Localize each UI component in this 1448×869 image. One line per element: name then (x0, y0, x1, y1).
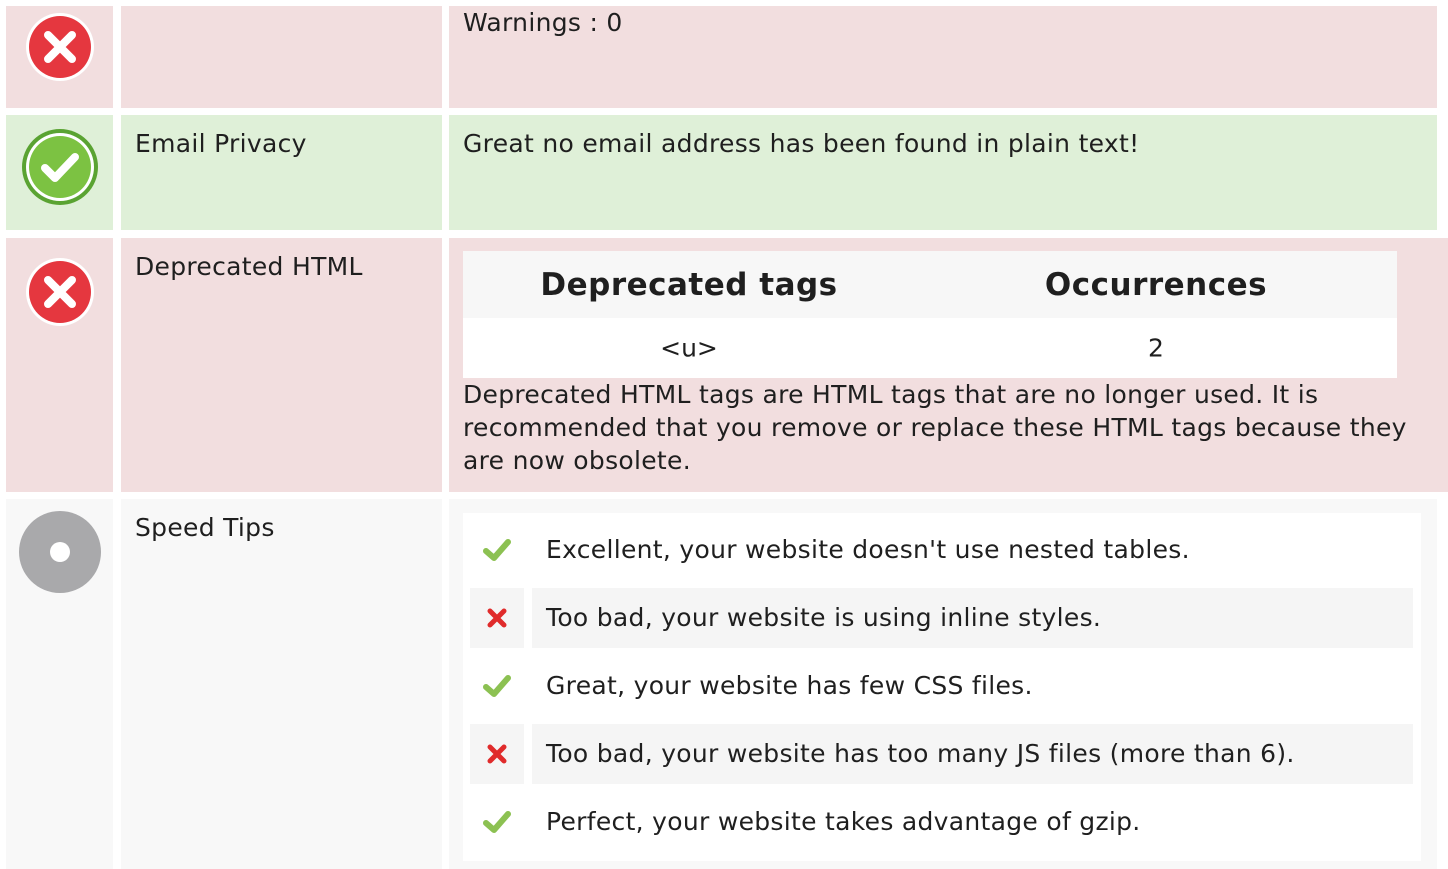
column-header-deprecated-tags: Deprecated tags (540, 266, 838, 303)
column-header-occurrences: Occurrences (1044, 266, 1268, 303)
cross-icon (487, 608, 507, 628)
neutral-dot-icon (18, 511, 101, 593)
tip-text: Great, your website has few CSS files. (546, 671, 1033, 700)
error-x-icon (25, 13, 94, 81)
row-label: Speed Tips (135, 513, 275, 542)
list-item: Too bad, your website has too many JS fi… (470, 724, 1413, 784)
row-label: Email Privacy (135, 129, 307, 158)
deprecated-tags-table: Deprecated tags Occurrences <u> 2 (463, 251, 1397, 378)
result-row-warnings: Warnings : 0 (6, 6, 1448, 108)
occurrences-cell: 2 (1148, 333, 1164, 363)
status-cell (6, 238, 113, 492)
result-row-email-privacy: Email Privacy Great no email address has… (6, 115, 1448, 230)
tip-text: Excellent, your website doesn't use nest… (546, 535, 1190, 564)
table-row: <u> 2 (463, 318, 1397, 378)
error-x-icon (25, 258, 94, 326)
status-cell (6, 499, 113, 869)
deprecated-html-explanation: Deprecated HTML tags are HTML tags that … (463, 380, 1407, 475)
content-cell: Deprecated tags Occurrences <u> 2 Deprec… (449, 238, 1448, 492)
warnings-count: Warnings : 0 (463, 8, 623, 37)
success-check-icon (21, 129, 98, 205)
speed-tips-list: Excellent, your website doesn't use nest… (463, 513, 1421, 861)
content-cell: Excellent, your website doesn't use nest… (449, 499, 1437, 869)
content-cell: Warnings : 0 (449, 6, 1437, 108)
check-icon (483, 811, 511, 833)
label-cell (121, 6, 442, 108)
status-cell (6, 115, 113, 230)
label-cell: Email Privacy (121, 115, 442, 230)
status-cell (6, 6, 113, 108)
label-cell: Speed Tips (121, 499, 442, 869)
deprecated-tag-cell: <u> (660, 333, 718, 363)
check-icon (483, 539, 511, 561)
table-header: Deprecated tags Occurrences (463, 251, 1397, 318)
result-row-speed-tips: Speed Tips Excellent, your website doesn… (6, 499, 1448, 869)
result-row-deprecated-html: Deprecated HTML Deprecated tags Occurren… (6, 238, 1448, 492)
list-item: Too bad, your website is using inline st… (470, 588, 1413, 648)
list-item: Great, your website has few CSS files. (470, 656, 1413, 716)
email-privacy-result: Great no email address has been found in… (463, 129, 1140, 158)
check-icon (483, 675, 511, 697)
cross-icon (487, 744, 507, 764)
label-cell: Deprecated HTML (121, 238, 442, 492)
row-label: Deprecated HTML (135, 252, 363, 281)
tip-text: Perfect, your website takes advantage of… (546, 807, 1141, 836)
content-cell: Great no email address has been found in… (449, 115, 1437, 230)
tip-text: Too bad, your website has too many JS fi… (532, 724, 1413, 784)
tip-text: Too bad, your website is using inline st… (532, 588, 1413, 648)
list-item: Perfect, your website takes advantage of… (470, 792, 1413, 852)
list-item: Excellent, your website doesn't use nest… (470, 520, 1413, 580)
